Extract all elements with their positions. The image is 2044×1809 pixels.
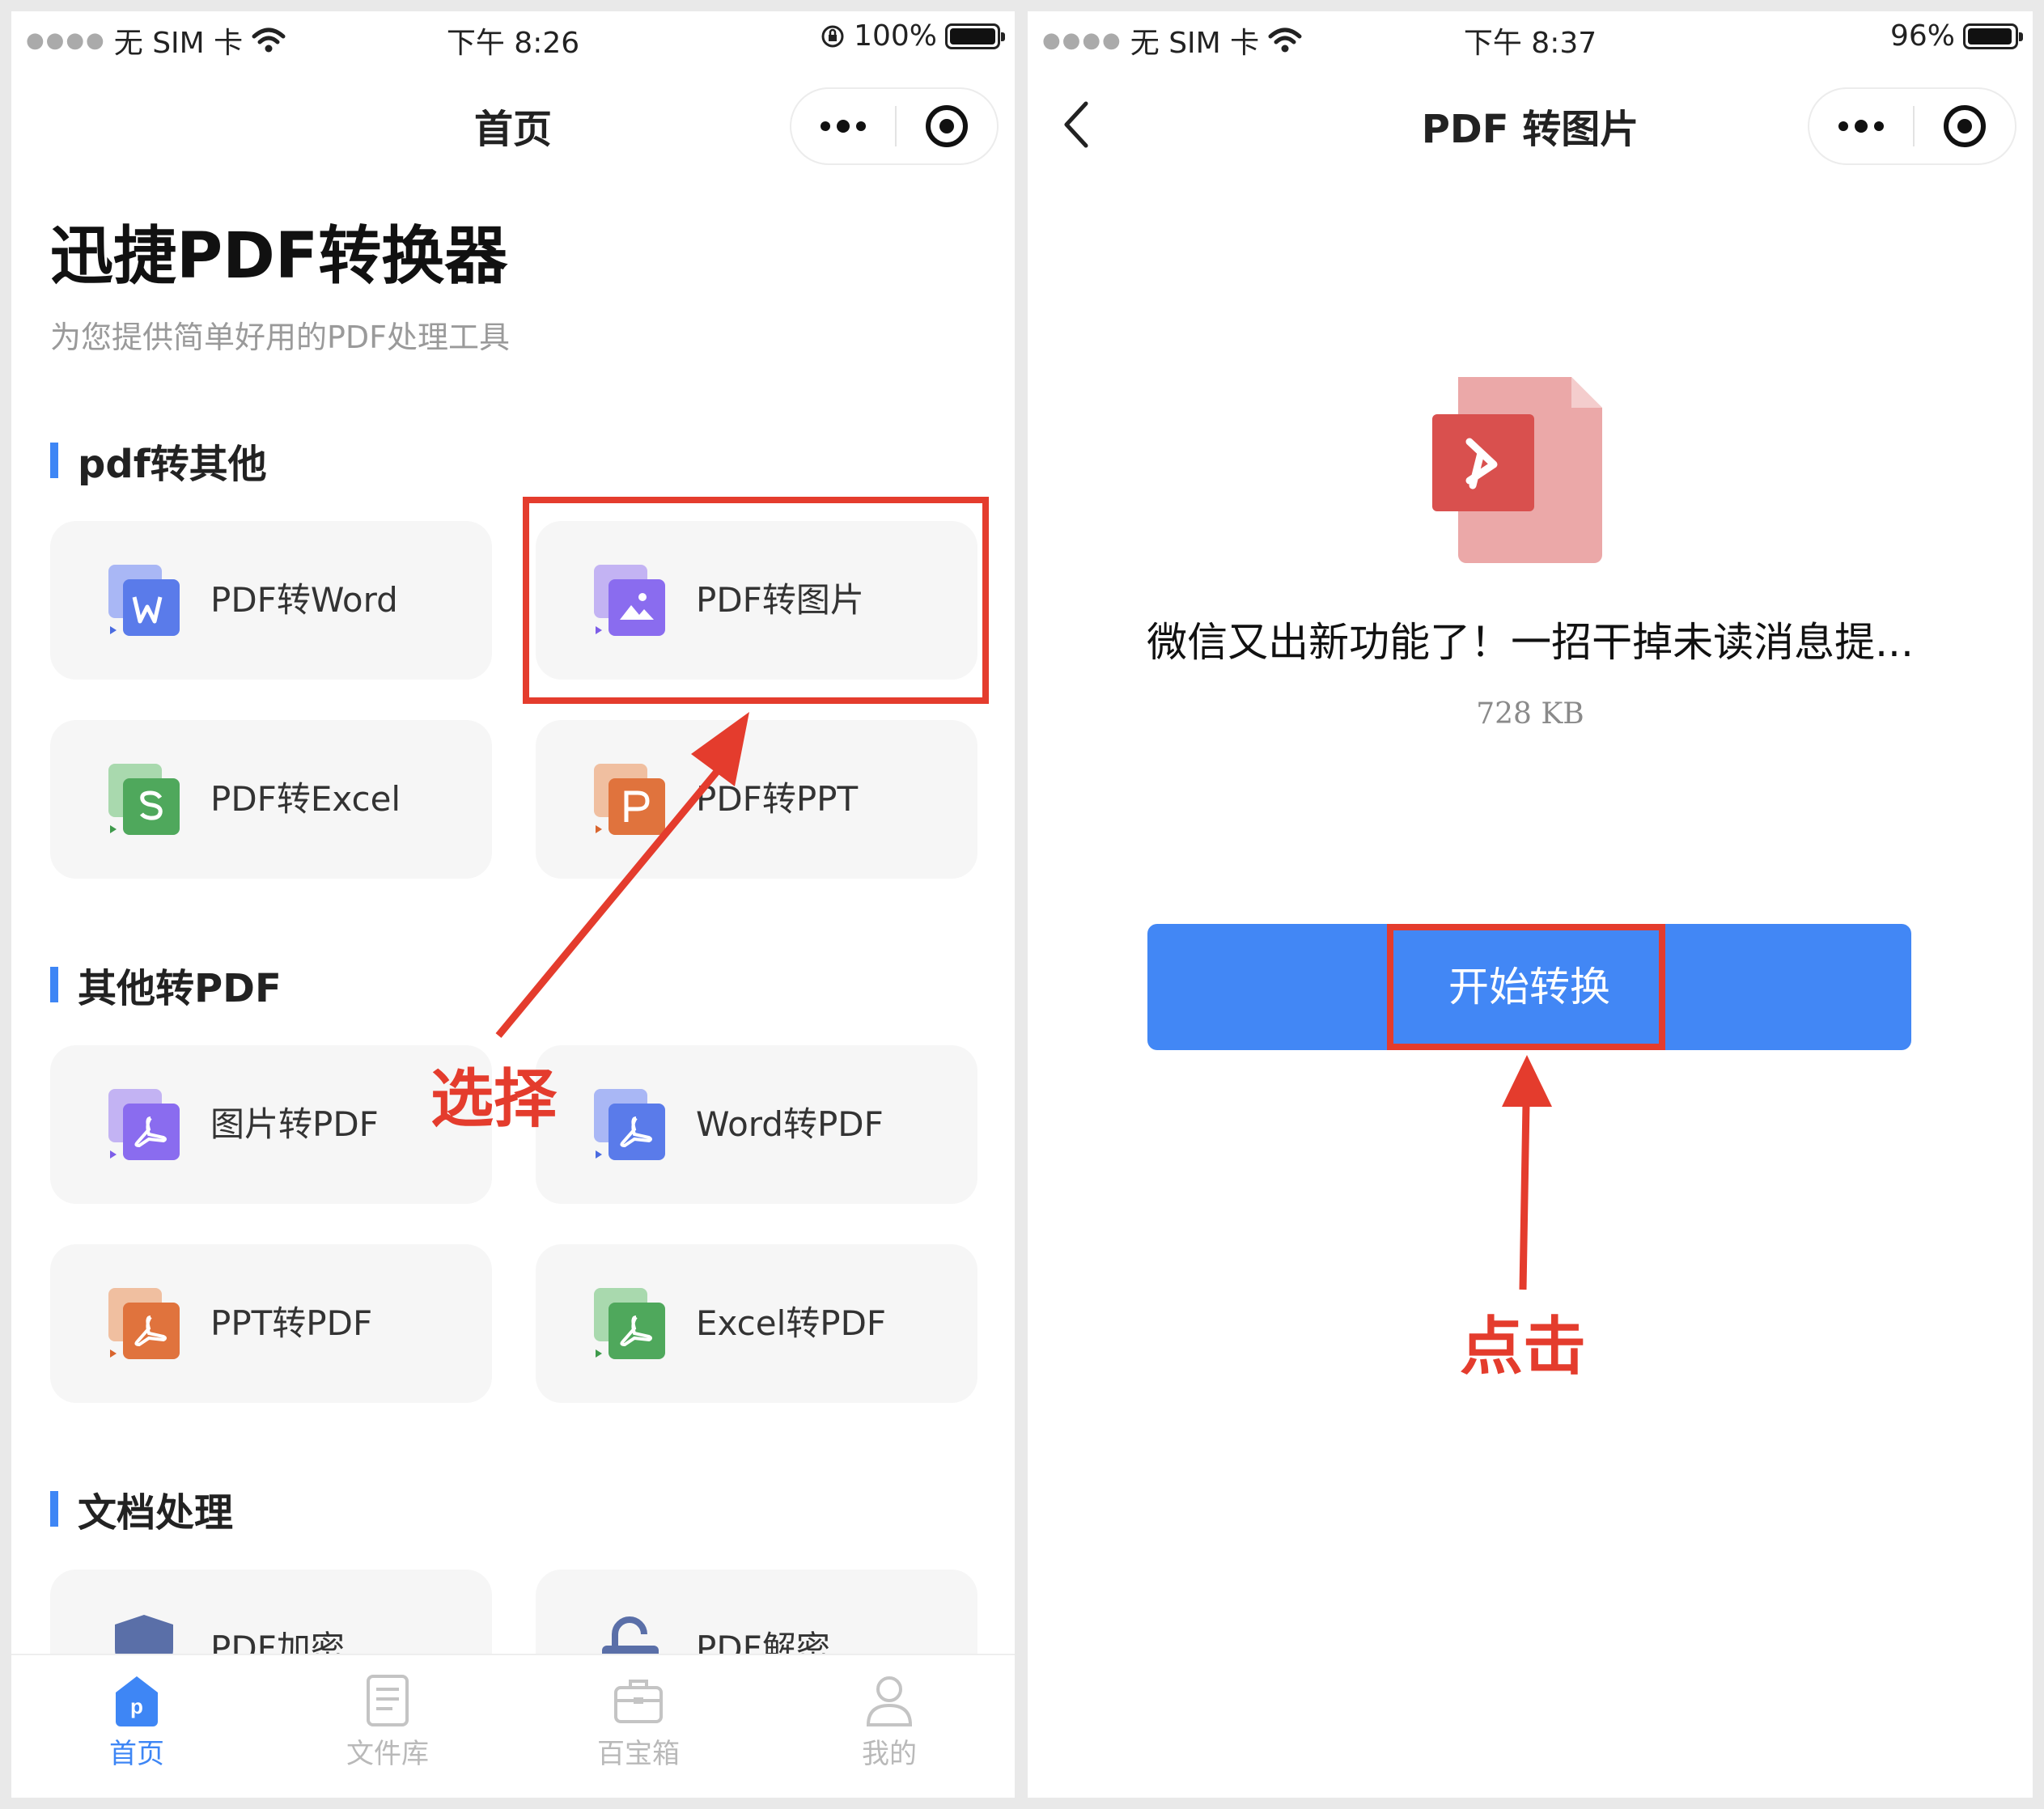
right-screen: ●●●● 无 SIM 卡 下午 8:37 96% PDF 转图片 微信又出新功能… bbox=[1028, 11, 2033, 1798]
left-screen: ●●●● 无 SIM 卡 下午 8:26 100% 首页 迅捷PDF转换器 为您… bbox=[11, 11, 1015, 1798]
annotation-click: 点击 bbox=[1460, 1311, 1587, 1383]
annotation-arrow bbox=[495, 712, 749, 1038]
annotation-arrow bbox=[1502, 1055, 1552, 1290]
annotation-select: 选择 bbox=[430, 1063, 558, 1136]
